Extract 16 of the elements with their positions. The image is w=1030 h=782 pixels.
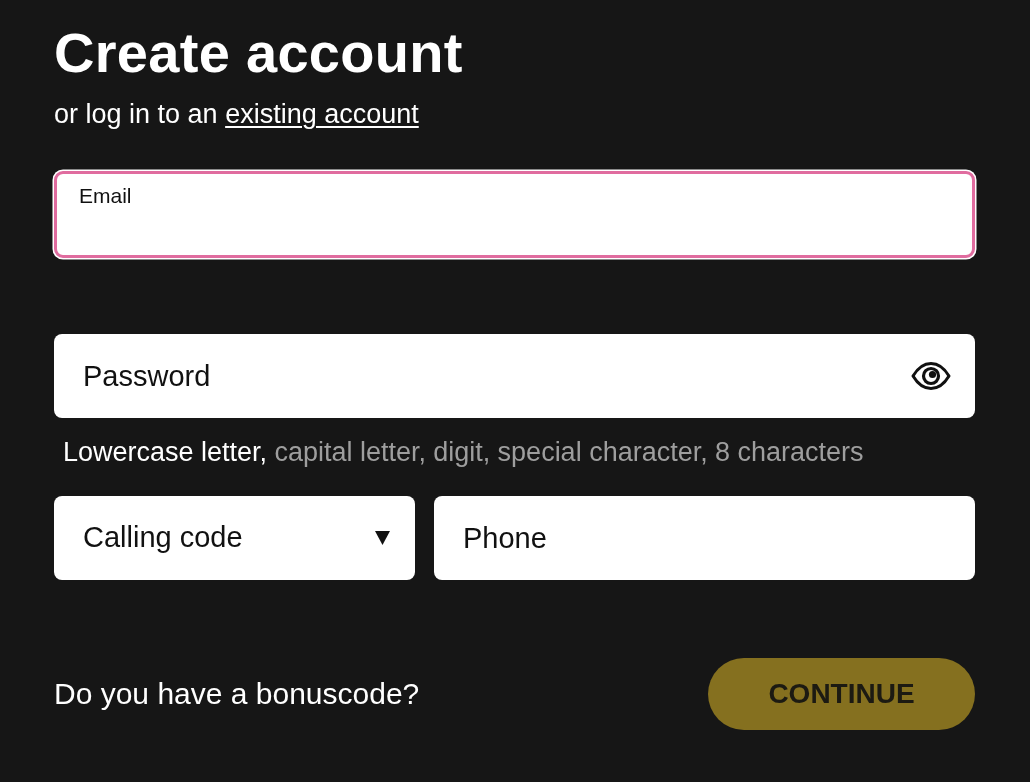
email-field[interactable] bbox=[54, 171, 975, 258]
password-requirement: digit, bbox=[433, 436, 491, 468]
caret-icon bbox=[375, 531, 390, 545]
password-requirement: 8 characters bbox=[715, 436, 864, 468]
page-title: Create account bbox=[54, 21, 464, 85]
password-requirement: capital letter, bbox=[274, 436, 426, 468]
existing-account-link[interactable]: existing account bbox=[225, 99, 419, 129]
phone-field[interactable]: Phone bbox=[434, 496, 975, 580]
calling-code-dropdown[interactable]: Calling code bbox=[54, 496, 415, 580]
password-requirement: special character, bbox=[497, 436, 708, 468]
bonuscode-link[interactable]: Do you have a bonuscode? bbox=[54, 676, 420, 712]
password-field[interactable]: Password bbox=[54, 334, 975, 418]
eye-icon[interactable] bbox=[911, 360, 951, 392]
email-label: Email bbox=[79, 184, 132, 208]
login-prompt: or log in to an existing account bbox=[54, 98, 420, 130]
password-requirement: Lowercase letter, bbox=[63, 436, 268, 468]
